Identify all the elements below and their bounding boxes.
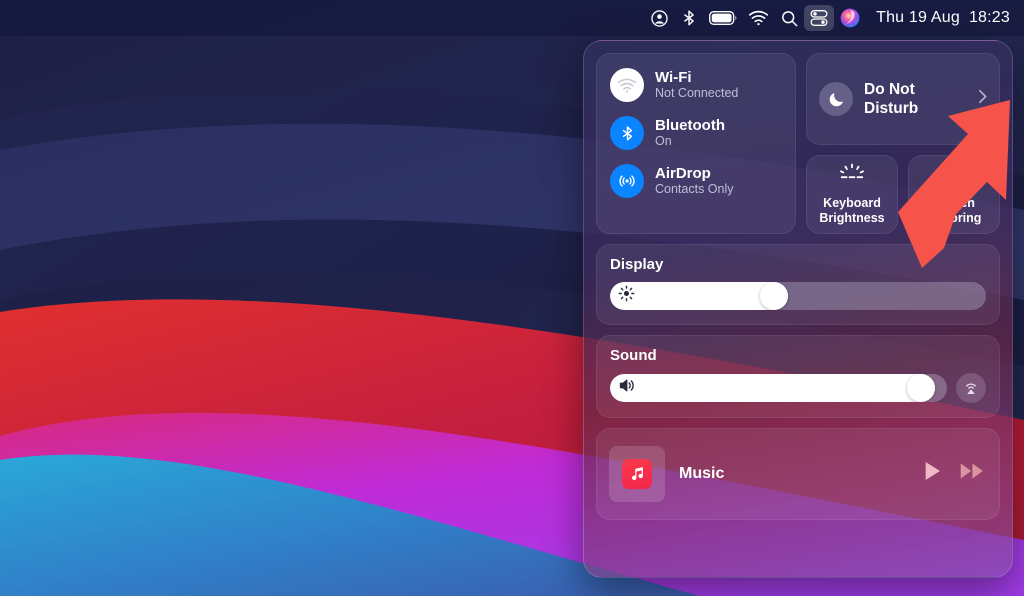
screen-mirroring-label: Screen Mirroring bbox=[926, 196, 982, 226]
keyboard-brightness-label: Keyboard Brightness bbox=[819, 196, 885, 226]
airdrop-row[interactable]: AirDrop Contacts Only bbox=[610, 164, 782, 198]
do-not-disturb-label: Do Not Disturb bbox=[864, 80, 919, 117]
bluetooth-title: Bluetooth bbox=[655, 116, 725, 134]
wifi-icon[interactable] bbox=[743, 5, 774, 31]
wifi-row[interactable]: Wi-Fi Not Connected bbox=[610, 68, 782, 102]
airdrop-status: Contacts Only bbox=[655, 182, 734, 197]
control-center-icon[interactable] bbox=[804, 5, 835, 31]
keyboard-brightness-tile[interactable]: Keyboard Brightness bbox=[806, 155, 898, 234]
screen-mirroring-tile[interactable]: Screen Mirroring bbox=[908, 155, 1000, 234]
chevron-right-icon[interactable] bbox=[977, 89, 988, 110]
sound-slider-knob[interactable] bbox=[906, 373, 935, 402]
search-icon[interactable] bbox=[774, 5, 804, 31]
display-brightness-slider[interactable] bbox=[610, 281, 986, 310]
music-widget[interactable]: Music bbox=[596, 427, 1000, 520]
sound-volume-slider[interactable] bbox=[610, 373, 947, 402]
speaker-icon bbox=[618, 377, 637, 399]
display-slider-knob[interactable] bbox=[759, 281, 788, 310]
connectivity-group: Wi-Fi Not Connected Bluetooth On AirDrop… bbox=[596, 53, 796, 234]
control-center-panel: Wi-Fi Not Connected Bluetooth On AirDrop… bbox=[583, 40, 1013, 578]
menu-bar-time: 18:23 bbox=[968, 9, 1010, 26]
sound-title: Sound bbox=[610, 346, 657, 364]
display-slider-line bbox=[610, 281, 986, 310]
wifi-icon[interactable] bbox=[610, 68, 644, 102]
music-album-art bbox=[609, 445, 665, 502]
user-account-icon[interactable] bbox=[644, 5, 674, 31]
music-note-icon bbox=[622, 458, 652, 489]
menu-bar-clock[interactable]: Thu 19 Aug 18:23 bbox=[866, 9, 1010, 27]
screen-mirroring-icon bbox=[940, 162, 968, 189]
tile-pair: Keyboard Brightness Screen Mirroring bbox=[806, 155, 1000, 234]
play-icon[interactable] bbox=[922, 460, 943, 487]
sound-slider-line bbox=[610, 372, 986, 403]
battery-icon[interactable] bbox=[704, 5, 743, 31]
do-not-disturb-tile[interactable]: Do Not Disturb bbox=[806, 53, 1000, 145]
sound-group: Sound bbox=[596, 334, 1000, 418]
music-title: Music bbox=[679, 464, 725, 482]
airdrop-icon[interactable] bbox=[610, 164, 644, 198]
sound-slider-fill bbox=[610, 373, 935, 402]
brightness-icon bbox=[618, 285, 635, 307]
display-group: Display bbox=[596, 243, 1000, 325]
bluetooth-icon[interactable] bbox=[610, 116, 644, 150]
menu-bar-date: Thu 19 Aug bbox=[876, 9, 960, 26]
keyboard-brightness-icon bbox=[837, 162, 867, 189]
moon-icon bbox=[819, 82, 853, 116]
bluetooth-status: On bbox=[655, 134, 672, 149]
fast-forward-icon[interactable] bbox=[959, 462, 985, 485]
airdrop-title: AirDrop bbox=[655, 164, 711, 182]
desktop: Thu 19 Aug 18:23 Wi-Fi Not Connected Blu… bbox=[0, 0, 1024, 596]
menu-bar: Thu 19 Aug 18:23 bbox=[0, 0, 1024, 36]
bluetooth-icon[interactable] bbox=[674, 5, 704, 31]
tiles-column: Do Not Disturb Keyboard Brightness Scree… bbox=[806, 53, 1000, 234]
control-center-top-row: Wi-Fi Not Connected Bluetooth On AirDrop… bbox=[596, 53, 1000, 234]
display-title: Display bbox=[610, 255, 664, 273]
wifi-title: Wi-Fi bbox=[655, 68, 692, 86]
wifi-status: Not Connected bbox=[655, 86, 739, 101]
music-controls bbox=[922, 460, 985, 487]
bluetooth-row[interactable]: Bluetooth On bbox=[610, 116, 782, 150]
airplay-button[interactable] bbox=[956, 372, 986, 403]
siri-icon[interactable] bbox=[834, 5, 866, 31]
